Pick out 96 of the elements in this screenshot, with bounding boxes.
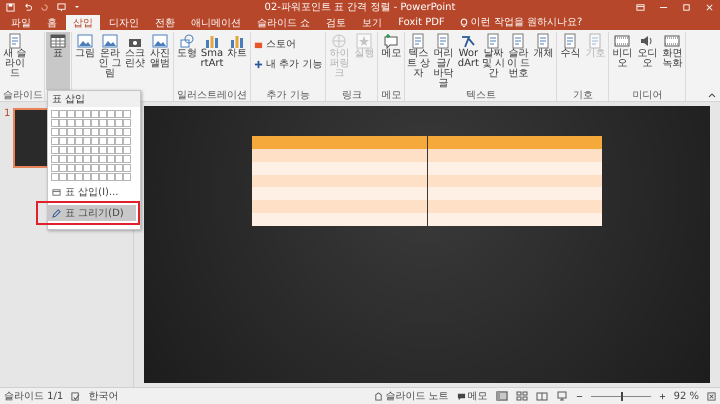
save-icon[interactable] — [6, 2, 15, 12]
picture-icon — [152, 33, 168, 49]
ribbon-button[interactable]: 텍스트 상자 — [406, 32, 430, 80]
zoom-in-icon[interactable] — [658, 392, 666, 400]
customize-caret-icon[interactable] — [74, 4, 80, 10]
maximize-icon[interactable] — [682, 2, 691, 12]
comments-button[interactable]: 메모 — [456, 389, 488, 403]
zoom-level[interactable]: 92 % — [674, 390, 699, 402]
ribbon-button[interactable]: 오디오 — [635, 32, 660, 70]
tell-me-field[interactable]: 이런 작업을 원하시나요? — [460, 15, 621, 30]
slideshow-icon[interactable] — [556, 391, 568, 401]
document-icon — [435, 33, 452, 49]
bag-icon — [254, 40, 263, 48]
close-icon[interactable] — [705, 2, 714, 12]
pencil-icon — [52, 208, 61, 218]
slide-sorter-icon[interactable] — [516, 391, 528, 401]
bar-chart-icon — [229, 33, 245, 49]
ribbon-button[interactable]: 날짜 및 시간 — [481, 32, 506, 80]
group-label: 미디어 — [631, 90, 664, 101]
slide-counter: 슬라이드 1/1 — [4, 390, 64, 403]
redo-icon[interactable] — [40, 2, 49, 12]
group-label: 링크 — [340, 90, 363, 101]
star-icon — [356, 33, 372, 49]
ribbon-button[interactable]: 수식 — [558, 32, 582, 60]
ribbon-button[interactable]: 사진 앨범 — [148, 32, 172, 70]
normal-view-icon[interactable] — [496, 391, 508, 401]
ribbon-tab[interactable]: 검토 — [319, 15, 354, 30]
document-icon — [587, 33, 604, 49]
ribbon-tab[interactable]: 삽입 — [66, 15, 100, 30]
ribbon-button[interactable]: 차트 — [225, 32, 249, 60]
film-icon — [614, 33, 630, 49]
ribbon-tab[interactable]: 홈 — [40, 15, 64, 30]
ribbon-tab[interactable]: 슬라이드 쇼 — [250, 15, 318, 30]
group-label: 텍스트 — [464, 90, 497, 101]
ribbon-tab[interactable]: 디자인 — [102, 15, 146, 30]
presentation-icon[interactable] — [57, 2, 66, 12]
fit-to-window-icon[interactable] — [707, 392, 716, 400]
slide-number: 1 — [4, 108, 10, 121]
picture-icon — [102, 33, 118, 49]
notes-icon — [374, 392, 384, 400]
ribbon-tab[interactable]: 애니메이션 — [184, 15, 248, 30]
ribbon-button[interactable]: SmartArt — [200, 32, 224, 70]
bar-chart-icon — [204, 33, 220, 49]
ribbon-button[interactable]: 온라인 그림 — [98, 32, 122, 80]
spellcheck-icon[interactable] — [71, 392, 80, 400]
zoom-thumb[interactable] — [620, 392, 623, 400]
ribbon-button[interactable]: 표 — [46, 32, 70, 90]
ribbon-button[interactable]: 비디오 — [610, 32, 634, 70]
group-label: 추가 기능 — [266, 90, 311, 101]
shapes-icon — [179, 33, 195, 49]
film-icon — [664, 33, 680, 49]
group-label: 메모 — [380, 90, 402, 101]
ribbon-button[interactable]: 새 슬라이드 — [3, 32, 27, 80]
ribbon-button[interactable]: 스토어 — [252, 36, 298, 52]
ribbon-button[interactable]: 그림 — [73, 32, 97, 60]
group-label: 일러스트레이션 — [176, 90, 248, 101]
ribbon-button[interactable]: 내 추가 기능 — [252, 56, 324, 72]
menu-item[interactable]: 표 그리기(D) — [48, 205, 136, 221]
language-label[interactable]: 한국어 — [88, 389, 118, 403]
group-label: 기호 — [572, 90, 594, 101]
ribbon-button[interactable]: 슬라이 드 번호 — [506, 32, 530, 80]
picture-icon — [77, 33, 93, 49]
document-icon — [510, 33, 526, 49]
ribbon-button[interactable]: 화면 녹화 — [660, 32, 684, 70]
comment-icon — [383, 33, 400, 49]
ribbon-tab[interactable]: 보기 — [355, 15, 390, 30]
document-icon — [562, 33, 578, 49]
window-title: 02-파워포인트 표 간격 정렬 - PowerPoint — [264, 1, 456, 14]
ribbon-display-icon[interactable] — [636, 2, 645, 12]
menu-item[interactable]: 표 삽입(I)... — [48, 184, 140, 200]
comment-icon — [456, 392, 466, 400]
undo-icon[interactable] — [23, 2, 32, 12]
plus-icon — [254, 60, 263, 68]
wordart-icon — [460, 33, 476, 49]
ribbon-button[interactable]: 개체 — [531, 32, 556, 60]
document-icon — [410, 33, 426, 49]
ribbon-button[interactable]: 메모 — [379, 32, 404, 60]
ribbon-button[interactable]: 머리글/ 바닥글 — [431, 32, 456, 90]
document-icon — [485, 33, 502, 49]
table-icon — [52, 188, 61, 196]
collapse-ribbon-icon[interactable] — [708, 92, 716, 98]
group-label: 슬라이드 — [3, 90, 43, 101]
ribbon-button[interactable]: WordArt — [456, 32, 480, 70]
document-icon — [535, 33, 552, 49]
lightbulb-icon — [460, 18, 468, 28]
ribbon-button[interactable]: 스크린샷 — [123, 32, 147, 70]
reading-view-icon[interactable] — [536, 391, 548, 401]
ribbon-tab[interactable]: 파일 — [4, 15, 38, 30]
ribbon-button[interactable]: 도형 — [175, 32, 199, 60]
globe-icon — [331, 33, 348, 49]
ribbon-tab[interactable]: 전환 — [148, 15, 182, 30]
document-icon — [7, 33, 23, 49]
menu-title: 표 삽입 — [48, 91, 140, 107]
notes-button[interactable]: 슬라이드 노트 — [374, 389, 449, 403]
table-icon — [50, 33, 66, 49]
ribbon-tab[interactable]: Foxit PDF — [391, 15, 452, 30]
